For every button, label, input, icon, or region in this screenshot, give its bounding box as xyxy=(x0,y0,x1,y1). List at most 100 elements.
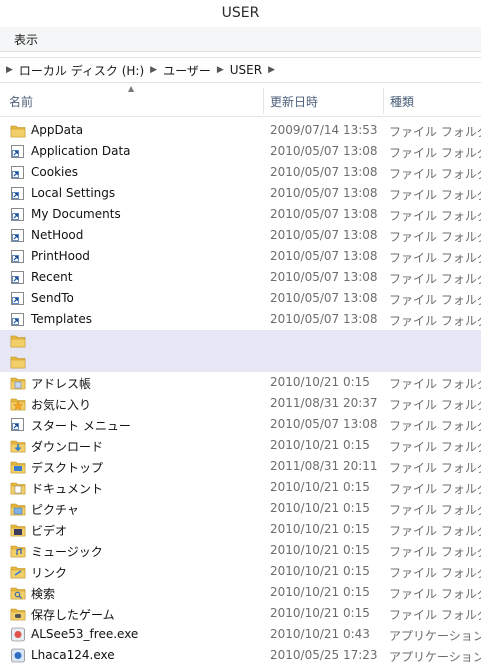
chevron-right-icon[interactable]: ▶ xyxy=(150,65,157,75)
file-type: ファイル フォルダー xyxy=(389,146,481,160)
file-row[interactable]: デスクトップ 2011/08/31 20:11 ファイル フォルダー xyxy=(0,456,481,477)
file-date: 2010/05/07 13:08 xyxy=(270,186,378,200)
file-date: 2010/10/21 0:15 xyxy=(270,564,370,578)
file-row[interactable]: Lhaca124.exe 2010/05/25 17:23 アプリケーション xyxy=(0,645,481,666)
file-row[interactable]: 保存したゲーム 2010/10/21 0:15 ファイル フォルダー xyxy=(0,603,481,624)
file-type: ファイル フォルダー xyxy=(389,125,481,139)
file-row[interactable]: アドレス帳 2010/10/21 0:15 ファイル フォルダー xyxy=(0,372,481,393)
chevron-right-icon[interactable]: ▶ xyxy=(217,65,224,75)
file-row[interactable]: ミュージック 2010/10/21 0:15 ファイル フォルダー xyxy=(0,540,481,561)
file-date: 2010/10/21 0:15 xyxy=(270,585,370,599)
file-type: ファイル フォルダー xyxy=(389,461,481,475)
file-row[interactable]: AppData 2009/07/14 13:53 ファイル フォルダー xyxy=(0,120,481,141)
file-type: ファイル フォルダー xyxy=(389,503,481,517)
file-row[interactable]: Recent 2010/05/07 13:08 ファイル フォルダー xyxy=(0,267,481,288)
file-name: 検索 xyxy=(31,587,56,601)
file-name: SendTo xyxy=(31,291,74,305)
file-name: ビデオ xyxy=(31,524,68,538)
file-name: PrintHood xyxy=(31,249,90,263)
file-type: ファイル フォルダー xyxy=(389,314,481,328)
file-date: 2010/10/21 0:15 xyxy=(270,606,370,620)
file-name: デスクトップ xyxy=(31,461,104,475)
folder-icon xyxy=(10,354,26,369)
breadcrumb-users[interactable]: ユーザー xyxy=(163,62,211,79)
file-type: ファイル フォルダー xyxy=(389,398,481,412)
file-name: Cookies xyxy=(31,165,78,179)
file-row[interactable]: Local Settings 2010/05/07 13:08 ファイル フォルダー xyxy=(0,183,481,204)
file-name: お気に入り xyxy=(31,398,92,412)
pictures-folder-icon xyxy=(10,501,26,516)
column-name[interactable]: 名前 xyxy=(9,93,33,110)
desktop-folder-icon xyxy=(10,459,26,474)
column-divider[interactable] xyxy=(383,88,384,114)
file-row[interactable]: お気に入り 2011/08/31 20:37 ファイル フォルダー xyxy=(0,393,481,414)
file-name: NetHood xyxy=(31,228,84,242)
shortcut-icon xyxy=(10,270,26,285)
file-date: 2010/10/21 0:15 xyxy=(270,543,370,557)
file-date: 2010/05/07 13:08 xyxy=(270,417,378,431)
file-row[interactable]: PrintHood 2010/05/07 13:08 ファイル フォルダー xyxy=(0,246,481,267)
file-type: アプリケーション xyxy=(389,629,481,643)
lhaca-app-icon xyxy=(10,648,26,663)
shortcut-icon xyxy=(10,228,26,243)
file-row[interactable]: ビデオ 2010/10/21 0:15 ファイル フォルダー xyxy=(0,519,481,540)
file-row[interactable]: リンク 2010/10/21 0:15 ファイル フォルダー xyxy=(0,561,481,582)
documents-folder-icon xyxy=(10,480,26,495)
file-row[interactable]: スタート メニュー 2010/05/07 13:08 ファイル フォルダー xyxy=(0,414,481,435)
file-date: 2010/05/07 13:08 xyxy=(270,270,378,284)
file-row[interactable]: SendTo 2010/05/07 13:08 ファイル フォルダー xyxy=(0,288,481,309)
column-type[interactable]: 種類 xyxy=(390,93,414,110)
file-date: 2011/08/31 20:11 xyxy=(270,459,378,473)
file-row[interactable]: ピクチャ 2010/10/21 0:15 ファイル フォルダー xyxy=(0,498,481,519)
file-name: ダウンロード xyxy=(31,440,104,454)
shortcut-icon xyxy=(10,417,26,432)
file-name: スタート メニュー xyxy=(31,419,131,433)
file-date: 2010/10/21 0:15 xyxy=(270,375,370,389)
file-date: 2010/05/07 13:08 xyxy=(270,249,378,263)
file-date: 2010/05/25 17:23 xyxy=(270,648,378,662)
file-row[interactable] xyxy=(0,330,481,351)
file-row[interactable]: ALSee53_free.exe 2010/10/21 0:43 アプリケーション xyxy=(0,624,481,645)
file-type: ファイル フォルダー xyxy=(389,482,481,496)
file-date: 2011/08/31 20:37 xyxy=(270,396,378,410)
file-row[interactable]: Application Data 2010/05/07 13:08 ファイル フォル… xyxy=(0,141,481,162)
file-row[interactable]: ドキュメント 2010/10/21 0:15 ファイル フォルダー xyxy=(0,477,481,498)
file-type: ファイル フォルダー xyxy=(389,167,481,181)
shortcut-icon xyxy=(10,165,26,180)
alsee-app-icon xyxy=(10,627,26,642)
file-name: Application Data xyxy=(31,144,131,158)
file-name: AppData xyxy=(31,123,84,137)
file-date: 2010/05/07 13:08 xyxy=(270,165,378,179)
file-name: Local Settings xyxy=(31,186,116,200)
menu-view[interactable]: 表示 xyxy=(8,30,44,49)
column-header: ▲ 名前 更新日時 種類 xyxy=(0,84,481,117)
file-name: Lhaca124.exe xyxy=(31,648,115,662)
breadcrumb-user[interactable]: USER xyxy=(230,63,262,77)
file-row[interactable]: ダウンロード 2010/10/21 0:15 ファイル フォルダー xyxy=(0,435,481,456)
chevron-right-icon[interactable]: ▶ xyxy=(6,65,13,75)
shortcut-icon xyxy=(10,186,26,201)
shortcut-icon xyxy=(10,249,26,264)
address-bar[interactable]: ▶ ローカル ディスク (H:) ▶ ユーザー ▶ USER ▶ xyxy=(0,57,481,83)
column-divider[interactable] xyxy=(263,88,264,114)
file-row[interactable]: 検索 2010/10/21 0:15 ファイル フォルダー xyxy=(0,582,481,603)
videos-folder-icon xyxy=(10,522,26,537)
file-row[interactable] xyxy=(0,351,481,372)
file-name: ピクチャ xyxy=(31,503,79,517)
file-row[interactable]: My Documents 2010/05/07 13:08 ファイル フォルダー xyxy=(0,204,481,225)
breadcrumb-local-disk[interactable]: ローカル ディスク (H:) xyxy=(19,62,144,79)
file-type: ファイル フォルダー xyxy=(389,293,481,307)
file-row[interactable]: NetHood 2010/05/07 13:08 ファイル フォルダー xyxy=(0,225,481,246)
chevron-right-icon[interactable]: ▶ xyxy=(268,65,275,75)
favorites-folder-icon xyxy=(10,396,26,411)
file-type: ファイル フォルダー xyxy=(389,251,481,265)
file-row[interactable]: Cookies 2010/05/07 13:08 ファイル フォルダー xyxy=(0,162,481,183)
search-folder-icon xyxy=(10,585,26,600)
file-date: 2010/10/21 0:15 xyxy=(270,480,370,494)
file-row[interactable]: Templates 2010/05/07 13:08 ファイル フォルダー xyxy=(0,309,481,330)
file-type: ファイル フォルダー xyxy=(389,440,481,454)
saved-games-folder-icon xyxy=(10,606,26,621)
window-title: USER xyxy=(0,0,481,28)
file-type: ファイル フォルダー xyxy=(389,587,481,601)
column-date[interactable]: 更新日時 xyxy=(270,93,318,110)
